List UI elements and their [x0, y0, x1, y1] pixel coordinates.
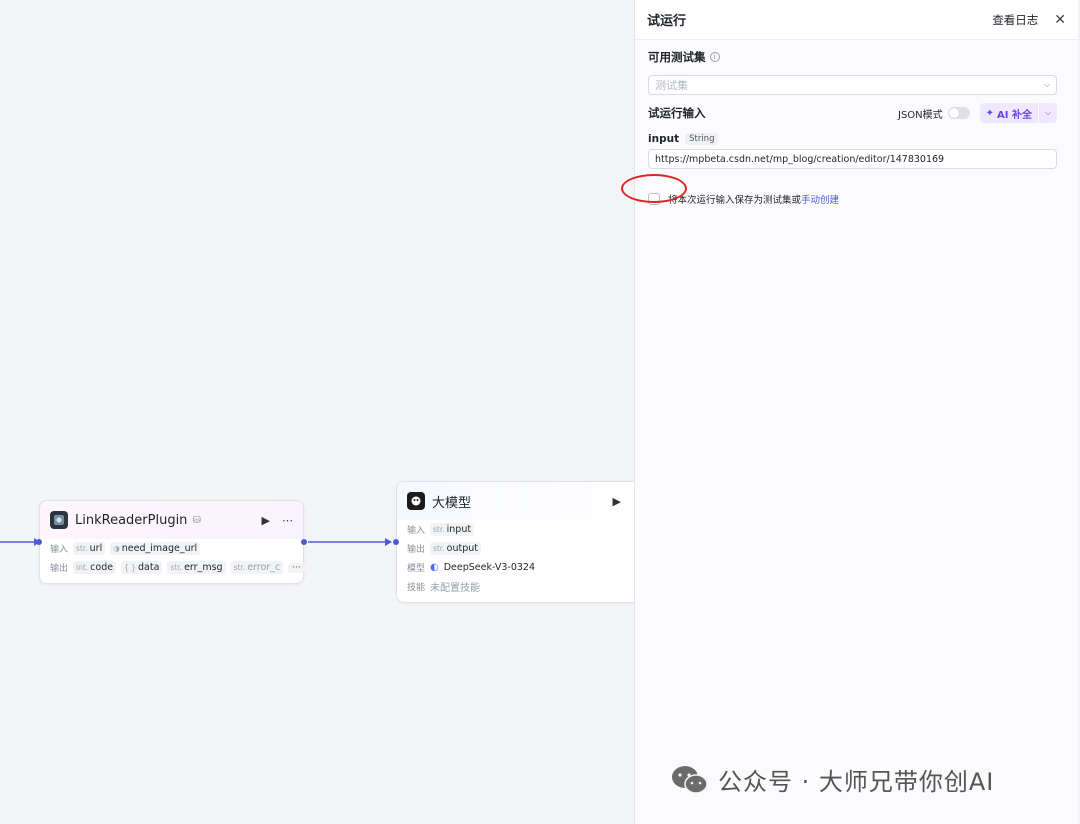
- node-inputs-row: 输入 str. url ◑ need_image_url: [40, 539, 303, 558]
- output-chip-err-msg: str. err_msg: [167, 561, 226, 574]
- edge-arrow: [385, 538, 392, 546]
- test-set-label: 可用测试集 i: [648, 49, 1057, 65]
- output-chip-data: { } data: [121, 561, 163, 574]
- plugin-badge-icon: ⛁: [192, 514, 201, 526]
- input-field-label: input String: [648, 133, 1057, 145]
- input-field[interactable]: https://mpbeta.csdn.net/mp_blog/creation…: [648, 149, 1057, 169]
- field-type-badge: String: [685, 133, 719, 145]
- node-header: 大模型 ▶: [397, 482, 634, 520]
- input-port[interactable]: [393, 539, 399, 545]
- node-outputs-row: 输出 int. code { } data str. err_msg str. erro…: [40, 558, 305, 577]
- ai-complete-button-group: ✦ AI 补全 ⌵: [979, 103, 1057, 123]
- view-logs-button[interactable]: 查看日志: [992, 12, 1038, 28]
- test-set-select[interactable]: 测试集 ⌵: [648, 75, 1057, 95]
- workflow-canvas[interactable]: LinkReaderPlugin ⛁ ▶ ⋯ 输入 str. url ◑ need_…: [0, 0, 634, 824]
- node-llm[interactable]: 大模型 ▶ 输入 str. input 输出 str. output 模型 ◐ De…: [393, 481, 634, 603]
- input-chip-need-image-url: ◑ need_image_url: [110, 542, 201, 555]
- chevron-down-icon: ⌵: [1043, 80, 1050, 89]
- node-inputs-row: 输入 str. input: [397, 520, 634, 539]
- node-outputs-row: 输出 str. output: [397, 539, 634, 558]
- panel-title: 试运行: [647, 14, 687, 29]
- node-skill-row: 技能 未配置技能: [397, 577, 634, 596]
- run-input-header: 试运行输入 JSON模式 ✦ AI 补全 ⌵: [648, 103, 1057, 123]
- json-mode-label: JSON模式: [898, 109, 943, 121]
- more-options-icon[interactable]: ⋯: [282, 514, 293, 527]
- panel-header: 试运行 查看日志 ✕: [635, 0, 1078, 40]
- node-link-reader-plugin[interactable]: LinkReaderPlugin ⛁ ▶ ⋯ 输入 str. url ◑ need_…: [36, 500, 307, 584]
- input-port[interactable]: [36, 539, 42, 545]
- node-title: LinkReaderPlugin: [75, 512, 188, 528]
- model-value: DeepSeek-V3-0324: [443, 562, 536, 573]
- manual-create-link[interactable]: 手动创建: [801, 195, 839, 206]
- save-as-test-set-row: 将本次运行输入保存为测试集或手动创建: [648, 192, 1057, 206]
- ai-dropdown-chevron-icon[interactable]: ⌵: [1038, 103, 1057, 123]
- watermark: 公众号 · 大师兄带你创AI: [670, 762, 994, 797]
- close-icon[interactable]: ✕: [1054, 12, 1066, 28]
- sparkle-icon: ✦: [985, 107, 995, 119]
- edge-layer: [0, 538, 392, 546]
- wechat-icon: [672, 765, 708, 794]
- output-chip-code: int. code: [73, 561, 117, 574]
- node-model-row: 模型 ◐ DeepSeek-V3-0324: [407, 562, 536, 574]
- input-chip-url: str. url: [73, 542, 106, 555]
- plugin-icon: [50, 511, 68, 529]
- skill-value: 未配置技能: [430, 583, 480, 594]
- input-chip-input: str. input: [430, 523, 475, 536]
- output-chip-output: str. output: [430, 542, 481, 555]
- more-outputs-button[interactable]: ···: [288, 562, 305, 573]
- run-input-label: 试运行输入: [648, 106, 706, 120]
- deepseek-icon: ◐: [430, 562, 439, 573]
- json-mode-toggle[interactable]: [947, 107, 970, 119]
- output-chip-error-code: str. error_c: [230, 561, 284, 574]
- run-node-icon[interactable]: ▶: [262, 514, 270, 527]
- test-run-panel: 试运行 查看日志 ✕ 可用测试集 i 测试集 ⌵ 试运行输入 JSON模式 ✦ …: [634, 0, 1078, 824]
- output-port[interactable]: [301, 539, 307, 545]
- node-title: 大模型: [432, 495, 472, 511]
- annotation-circle: [621, 174, 687, 203]
- run-node-icon[interactable]: ▶: [613, 495, 621, 508]
- node-header: LinkReaderPlugin ⛁ ▶ ⋯: [40, 501, 303, 539]
- llm-icon: [407, 492, 425, 510]
- ai-complete-button[interactable]: ✦ AI 补全: [980, 106, 1038, 121]
- info-icon[interactable]: i: [709, 52, 720, 62]
